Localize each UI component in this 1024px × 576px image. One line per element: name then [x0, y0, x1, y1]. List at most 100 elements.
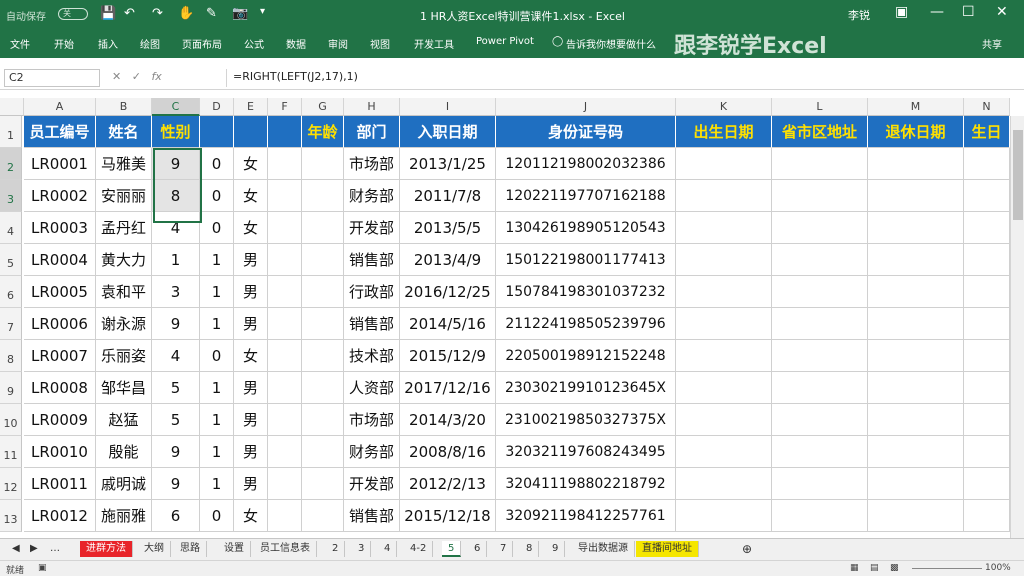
- maximize-icon[interactable]: ☐: [962, 4, 975, 20]
- tab-developer[interactable]: 开发工具: [414, 36, 454, 51]
- cell-c13[interactable]: 6: [152, 500, 200, 532]
- cell-d7[interactable]: 1: [200, 308, 234, 340]
- cell-m2[interactable]: [868, 148, 964, 180]
- cell-g7[interactable]: [302, 308, 344, 340]
- cell-n7[interactable]: [964, 308, 1010, 340]
- cell-i2[interactable]: 2013/1/25: [400, 148, 496, 180]
- row-header-5[interactable]: 5: [0, 244, 22, 276]
- cell-f11[interactable]: [268, 436, 302, 468]
- column-header-m[interactable]: M: [868, 98, 964, 116]
- cell-n12[interactable]: [964, 468, 1010, 500]
- sheet-tab-10[interactable]: 6: [468, 541, 488, 557]
- page-layout-view-icon[interactable]: ▤: [870, 563, 879, 573]
- cell-d12[interactable]: 1: [200, 468, 234, 500]
- cell-e4[interactable]: 女: [234, 212, 268, 244]
- cell-i3[interactable]: 2011/7/8: [400, 180, 496, 212]
- cell-d11[interactable]: 1: [200, 436, 234, 468]
- row-header-9[interactable]: 9: [0, 372, 22, 404]
- cell-c5[interactable]: 1: [152, 244, 200, 276]
- cell-h12[interactable]: 开发部: [344, 468, 400, 500]
- more-sheets-icon[interactable]: …: [44, 541, 66, 557]
- row-header-10[interactable]: 10: [0, 404, 22, 436]
- next-sheet-icon[interactable]: ▶: [24, 541, 44, 557]
- row-header-13[interactable]: 13: [0, 500, 22, 532]
- cell-i8[interactable]: 2015/12/9: [400, 340, 496, 372]
- cell-h3[interactable]: 财务部: [344, 180, 400, 212]
- cell-b8[interactable]: 乐丽姿: [96, 340, 152, 372]
- sheet-tab-4[interactable]: 员工信息表: [254, 541, 317, 557]
- cell-d2[interactable]: 0: [200, 148, 234, 180]
- cell-l8[interactable]: [772, 340, 868, 372]
- cell-n3[interactable]: [964, 180, 1010, 212]
- cell-e2[interactable]: 女: [234, 148, 268, 180]
- row-header-1[interactable]: 1: [0, 116, 22, 148]
- cell-m8[interactable]: [868, 340, 964, 372]
- cell-g13[interactable]: [302, 500, 344, 532]
- cell-h10[interactable]: 市场部: [344, 404, 400, 436]
- cell-a13[interactable]: LR0012: [24, 500, 96, 532]
- cell-m6[interactable]: [868, 276, 964, 308]
- cell-f10[interactable]: [268, 404, 302, 436]
- cell-k11[interactable]: [676, 436, 772, 468]
- column-header-j[interactable]: J: [496, 98, 676, 116]
- cell-g11[interactable]: [302, 436, 344, 468]
- tab-page-layout[interactable]: 页面布局: [182, 36, 222, 51]
- cell-a5[interactable]: LR0004: [24, 244, 96, 276]
- sheet-tab-11[interactable]: 7: [494, 541, 514, 557]
- cell-b13[interactable]: 施丽雅: [96, 500, 152, 532]
- cell-k4[interactable]: [676, 212, 772, 244]
- row-header-4[interactable]: 4: [0, 212, 22, 244]
- cell-h4[interactable]: 开发部: [344, 212, 400, 244]
- cell-a2[interactable]: LR0001: [24, 148, 96, 180]
- cell-m10[interactable]: [868, 404, 964, 436]
- cell-j9[interactable]: 230302199101236​45X: [496, 372, 676, 404]
- column-header-n[interactable]: N: [964, 98, 1010, 116]
- cell-a6[interactable]: LR0005: [24, 276, 96, 308]
- cell-j3[interactable]: 120221197707162188: [496, 180, 676, 212]
- scroll-thumb[interactable]: [1013, 130, 1023, 220]
- touch-mode-icon[interactable]: ✋: [178, 6, 194, 21]
- cell-n8[interactable]: [964, 340, 1010, 372]
- cell-e3[interactable]: 女: [234, 180, 268, 212]
- name-box[interactable]: C2: [4, 69, 100, 87]
- sheet-tab-0[interactable]: 进群方法: [80, 541, 133, 557]
- column-header-k[interactable]: K: [676, 98, 772, 116]
- column-header-h[interactable]: H: [344, 98, 400, 116]
- cell-n5[interactable]: [964, 244, 1010, 276]
- row-header-8[interactable]: 8: [0, 340, 22, 372]
- row-header-7[interactable]: 7: [0, 308, 22, 340]
- cell-h11[interactable]: 财务部: [344, 436, 400, 468]
- cell-e10[interactable]: 男: [234, 404, 268, 436]
- cell-l2[interactable]: [772, 148, 868, 180]
- sheet-tab-14[interactable]: 导出数据源: [572, 541, 635, 557]
- cell-j10[interactable]: 231002198503273​75X: [496, 404, 676, 436]
- header-cell-e[interactable]: [234, 116, 268, 148]
- row-header-6[interactable]: 6: [0, 276, 22, 308]
- cell-c2[interactable]: 9: [152, 148, 200, 180]
- cell-c11[interactable]: 9: [152, 436, 200, 468]
- sheet-tab-1[interactable]: 大纲: [138, 541, 171, 557]
- cell-b2[interactable]: 马雅美: [96, 148, 152, 180]
- tab-power-pivot[interactable]: Power Pivot: [476, 36, 534, 47]
- zoom-slider[interactable]: [912, 568, 982, 569]
- cell-d13[interactable]: 0: [200, 500, 234, 532]
- cell-f12[interactable]: [268, 468, 302, 500]
- cell-k7[interactable]: [676, 308, 772, 340]
- cell-i7[interactable]: 2014/5/16: [400, 308, 496, 340]
- cell-e9[interactable]: 男: [234, 372, 268, 404]
- cell-n2[interactable]: [964, 148, 1010, 180]
- cell-f8[interactable]: [268, 340, 302, 372]
- cell-c6[interactable]: 3: [152, 276, 200, 308]
- select-all-corner[interactable]: [0, 98, 24, 116]
- cell-n4[interactable]: [964, 212, 1010, 244]
- cell-l13[interactable]: [772, 500, 868, 532]
- cell-g4[interactable]: [302, 212, 344, 244]
- column-header-b[interactable]: B: [96, 98, 152, 116]
- cell-c9[interactable]: 5: [152, 372, 200, 404]
- header-cell-k[interactable]: 出生日期: [676, 116, 772, 148]
- cell-j8[interactable]: 220500198912152248: [496, 340, 676, 372]
- header-cell-m[interactable]: 退休日期: [868, 116, 964, 148]
- cell-f3[interactable]: [268, 180, 302, 212]
- cell-m7[interactable]: [868, 308, 964, 340]
- cell-b10[interactable]: 赵猛: [96, 404, 152, 436]
